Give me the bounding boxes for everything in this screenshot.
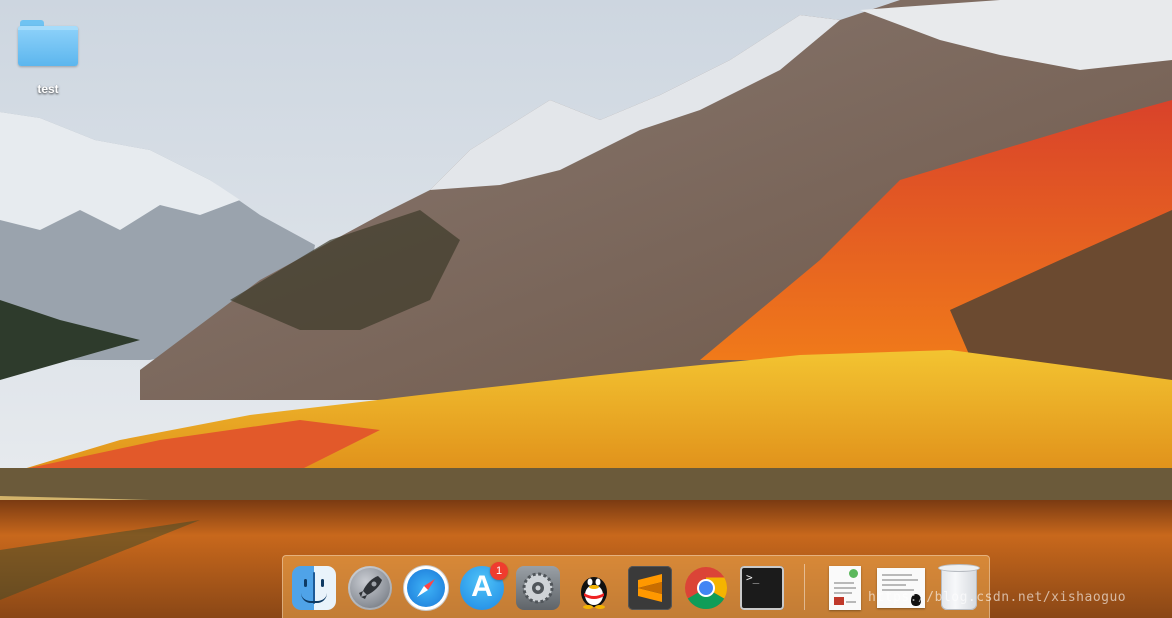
dock: A 1 >_: [282, 555, 990, 618]
finder-icon: [292, 566, 336, 610]
app-store-icon: A 1: [460, 562, 508, 610]
watermark-text: https://blog.csdn.net/xishaoguo: [868, 590, 1127, 605]
desktop-folder-test[interactable]: test: [12, 18, 84, 96]
app-store-badge: 1: [490, 562, 508, 580]
dock-item-finder[interactable]: [292, 566, 336, 610]
qq-penguin-icon: [572, 566, 616, 610]
desktop-folder-label: test: [37, 82, 59, 96]
dock-item-launchpad[interactable]: [348, 566, 392, 610]
dock-item-document[interactable]: [823, 566, 867, 610]
dock-item-app-store[interactable]: A 1: [460, 562, 508, 610]
sublime-icon: [628, 566, 672, 610]
dock-item-safari[interactable]: [404, 566, 448, 610]
document-icon: [823, 566, 867, 610]
terminal-prompt: >_: [746, 571, 760, 584]
dock-separator: [804, 564, 805, 610]
desktop-wallpaper: [0, 0, 1172, 618]
dock-item-qq[interactable]: [572, 566, 616, 610]
chrome-icon: [684, 566, 728, 610]
rocket-icon: [348, 566, 392, 610]
dock-item-system-preferences[interactable]: [516, 566, 560, 610]
dock-item-terminal[interactable]: >_: [740, 566, 784, 610]
dock-item-chrome[interactable]: [684, 566, 728, 610]
folder-icon: [18, 18, 78, 66]
terminal-icon: >_: [740, 566, 784, 610]
gear-icon: [516, 566, 560, 610]
compass-icon: [404, 566, 448, 610]
dock-item-sublime-text[interactable]: [628, 566, 672, 610]
